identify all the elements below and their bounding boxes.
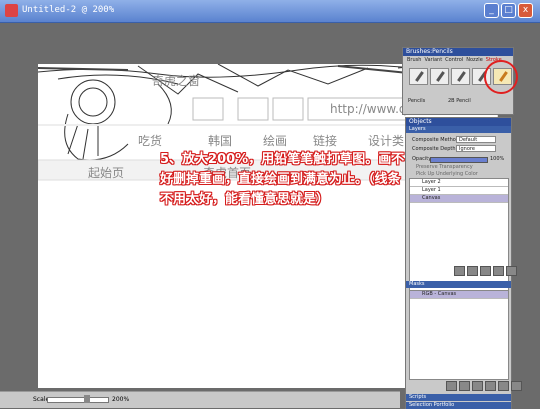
zoom-slider-handle[interactable] bbox=[84, 395, 90, 403]
preserve-transparency[interactable]: Preserve Transparency bbox=[416, 164, 473, 170]
pick-up-color[interactable]: Pick Up Underlying Color bbox=[416, 171, 478, 177]
mask-button-4-icon[interactable] bbox=[485, 381, 496, 391]
bookmark-2: 韩国 bbox=[208, 134, 233, 148]
layer-button-4-icon[interactable] bbox=[493, 266, 504, 276]
layer-button-3-icon[interactable] bbox=[480, 266, 491, 276]
composite-method-select[interactable]: Default bbox=[456, 136, 496, 143]
highlight-circle bbox=[484, 60, 518, 94]
mask-button-1-icon[interactable] bbox=[446, 381, 457, 391]
layer-button-1-icon[interactable] bbox=[454, 266, 465, 276]
bookmark-5: 设计类 bbox=[368, 134, 405, 148]
objects-title: Objects bbox=[406, 118, 511, 126]
mask-button-2-icon[interactable] bbox=[459, 381, 470, 391]
opacity-slider[interactable] bbox=[430, 157, 488, 163]
sketch-title: 奇虎之窗 bbox=[152, 74, 201, 88]
trash-icon[interactable] bbox=[506, 266, 517, 276]
masks-header[interactable]: Masks bbox=[406, 281, 511, 288]
app-icon bbox=[5, 4, 18, 17]
mask-button-5-icon[interactable] bbox=[498, 381, 509, 391]
tab-variant[interactable]: Variant bbox=[424, 57, 442, 65]
mask-buttons bbox=[446, 381, 522, 391]
composite-method-label: Composite Method bbox=[412, 137, 460, 143]
brush-variant-3-icon[interactable] bbox=[451, 68, 470, 85]
maximize-button[interactable]: □ bbox=[501, 3, 516, 18]
objects-panel: Objects Layers Composite Method Default … bbox=[405, 117, 522, 409]
tab-brush[interactable]: Brush bbox=[407, 57, 421, 65]
window-titlebar: Untitled-2 @ 200% _ □ x bbox=[0, 0, 540, 23]
bookmark-4: 链接 bbox=[313, 134, 338, 148]
tab-control[interactable]: Control bbox=[445, 57, 463, 65]
zoom-slider[interactable] bbox=[47, 397, 109, 403]
layers-header[interactable]: Layers bbox=[406, 126, 511, 133]
brush-variant-2-icon[interactable] bbox=[430, 68, 449, 85]
layer-row[interactable]: Layer 2 bbox=[410, 179, 508, 187]
annotation-text: 5、放大200%，用铅笔笔触打草图。画不好删掉重画，直接绘画到满意为止。（线条不… bbox=[160, 152, 405, 207]
scripts-header[interactable]: Scripts bbox=[406, 394, 511, 401]
brushes-title: Brushes:Pencils bbox=[403, 48, 513, 56]
selection-header[interactable]: Selection Portfolio bbox=[406, 402, 511, 409]
brush-variant-1-icon[interactable] bbox=[409, 68, 428, 85]
layer-buttons bbox=[454, 266, 517, 276]
opacity-label: Opacity bbox=[412, 156, 432, 162]
opacity-value: 100% bbox=[490, 156, 505, 162]
minimize-button[interactable]: _ bbox=[484, 3, 499, 18]
brush-variant-label: Pencils bbox=[408, 98, 426, 104]
bookmark-1: 吃货 bbox=[138, 134, 163, 148]
layer-row-canvas[interactable]: Canvas bbox=[410, 195, 508, 203]
mask-button-3-icon[interactable] bbox=[472, 381, 483, 391]
tab-home: 起始页 bbox=[88, 166, 125, 180]
brush-size-label: 2B Pencil bbox=[448, 98, 471, 104]
mask-list: RGB - Canvas bbox=[409, 290, 509, 380]
close-button[interactable]: x bbox=[518, 3, 533, 18]
mask-row[interactable]: RGB - Canvas bbox=[410, 291, 508, 299]
trash-icon[interactable] bbox=[511, 381, 522, 391]
composite-depth-select[interactable]: Ignore bbox=[456, 145, 496, 152]
composite-depth-label: Composite Depth bbox=[412, 146, 456, 152]
window-title: Untitled-2 @ 200% bbox=[22, 5, 115, 15]
status-bar: Scale 200% bbox=[0, 391, 400, 408]
zoom-value: 200% bbox=[112, 396, 130, 403]
layer-row[interactable]: Layer 1 bbox=[410, 187, 508, 195]
bookmark-3: 绘画 bbox=[263, 134, 288, 148]
tab-nozzle[interactable]: Nozzle bbox=[466, 57, 483, 65]
layer-button-2-icon[interactable] bbox=[467, 266, 478, 276]
